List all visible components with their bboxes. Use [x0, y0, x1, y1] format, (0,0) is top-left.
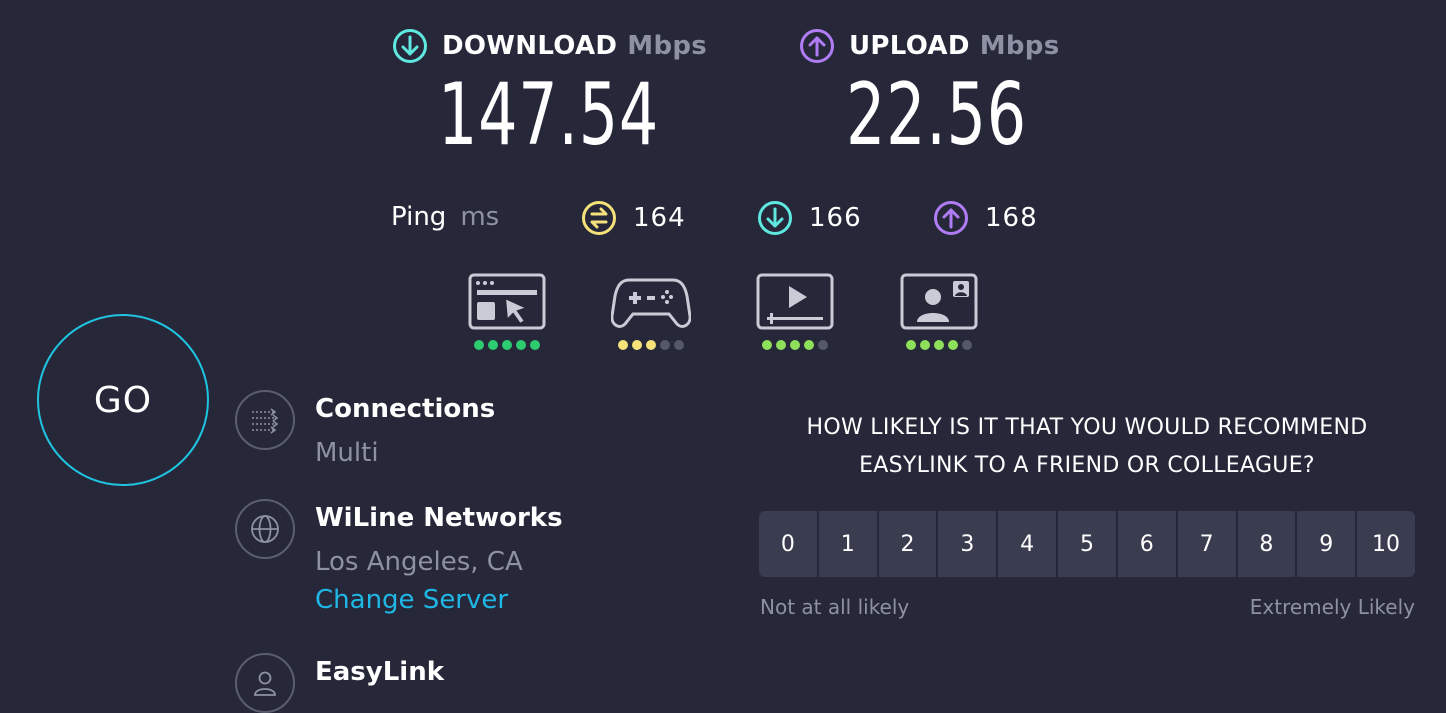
- rating-dot: [948, 340, 958, 350]
- ping-download: 166: [757, 200, 862, 236]
- connections-value: Multi: [315, 438, 379, 468]
- server-name: WiLine Networks: [315, 503, 563, 533]
- ping-title: Ping: [391, 202, 447, 232]
- ping-download-icon: [758, 201, 792, 235]
- scale-option-3[interactable]: 3: [938, 511, 997, 577]
- ping-upload: 168: [933, 200, 1038, 236]
- scale-option-0[interactable]: 0: [759, 511, 817, 577]
- rating-dots: [467, 340, 547, 350]
- scale-option-5[interactable]: 5: [1058, 511, 1116, 577]
- ping-download-value: 166: [809, 203, 862, 233]
- connections-row[interactable]: Connections Multi: [235, 390, 495, 468]
- rating-dot: [934, 340, 944, 350]
- arrow-down-circle-icon: [393, 29, 427, 63]
- rating-dot: [530, 340, 540, 350]
- scale-option-1[interactable]: 1: [818, 511, 877, 577]
- ping-unit: ms: [460, 202, 500, 232]
- scale-option-8[interactable]: 8: [1237, 511, 1296, 577]
- rating-dot: [776, 340, 786, 350]
- recommend-scale: 0 1 2 3 4 5 6 7 8 9 10: [759, 511, 1415, 577]
- connections-title: Connections: [315, 394, 496, 424]
- ping-label: Ping ms: [391, 202, 499, 232]
- ping-idle: 164: [581, 200, 686, 236]
- download-header: DOWNLOAD Mbps: [392, 28, 707, 64]
- rating-dot: [674, 340, 684, 350]
- quality-web-browsing: [467, 272, 547, 350]
- rating-dot: [474, 340, 484, 350]
- user-icon-circle: [235, 653, 295, 713]
- scale-low-label: Not at all likely: [760, 595, 910, 619]
- upload-label: UPLOAD: [849, 31, 970, 61]
- rating-dot: [962, 340, 972, 350]
- survey-question-line2: EASYLINK TO A FRIEND OR COLLEAGUE?: [859, 453, 1315, 478]
- scale-option-6[interactable]: 6: [1117, 511, 1176, 577]
- change-server-link[interactable]: Change Server: [315, 585, 563, 615]
- survey-question-line1: HOW LIKELY IS IT THAT YOU WOULD RECOMMEN…: [806, 415, 1368, 440]
- rating-dot: [762, 340, 772, 350]
- quality-gaming: [611, 272, 691, 350]
- scale-option-4[interactable]: 4: [998, 511, 1057, 577]
- scale-option-9[interactable]: 9: [1297, 511, 1356, 577]
- scale-option-2[interactable]: 2: [878, 511, 937, 577]
- rating-dot: [488, 340, 498, 350]
- rating-dot: [516, 340, 526, 350]
- rating-dots: [611, 340, 691, 350]
- provider-name: EasyLink: [315, 657, 445, 687]
- rating-dot: [920, 340, 930, 350]
- scale-option-10[interactable]: 10: [1357, 511, 1415, 577]
- ping-idle-icon: [582, 201, 616, 235]
- connections-icon-circle[interactable]: [235, 390, 295, 450]
- go-button[interactable]: GO: [37, 314, 209, 486]
- video-streaming-icon: [756, 273, 834, 330]
- rating-dot: [660, 340, 670, 350]
- globe-icon: [251, 515, 279, 543]
- rating-dot: [790, 340, 800, 350]
- video-call-icon: [900, 273, 978, 330]
- connections-icon: [252, 408, 279, 434]
- rating-dots: [755, 340, 835, 350]
- download-value: 147.54: [438, 65, 659, 165]
- user-icon: [254, 671, 276, 696]
- upload-value: 22.56: [846, 65, 1027, 165]
- rating-dot: [502, 340, 512, 350]
- upload-header: UPLOAD Mbps: [799, 28, 1060, 64]
- upload-unit: Mbps: [979, 31, 1060, 61]
- rating-dot: [646, 340, 656, 350]
- server-row: WiLine Networks Los Angeles, CA Change S…: [235, 499, 563, 615]
- quality-streaming: [755, 272, 835, 350]
- scale-high-label: Extremely Likely: [1249, 595, 1415, 619]
- download-label: DOWNLOAD: [442, 31, 618, 61]
- provider-row: EasyLink: [235, 653, 444, 713]
- scale-option-7[interactable]: 7: [1177, 511, 1236, 577]
- gaming-controller-icon: [611, 278, 691, 328]
- quality-video-call: [899, 272, 979, 350]
- globe-icon-circle: [235, 499, 295, 559]
- rating-dot: [906, 340, 916, 350]
- web-browsing-icon: [468, 273, 546, 330]
- ping-upload-icon: [934, 201, 968, 235]
- arrow-up-circle-icon: [800, 29, 834, 63]
- rating-dot: [818, 340, 828, 350]
- rating-dot: [632, 340, 642, 350]
- ping-upload-value: 168: [985, 203, 1038, 233]
- server-location: Los Angeles, CA: [315, 547, 523, 577]
- survey-question: HOW LIKELY IS IT THAT YOU WOULD RECOMMEN…: [760, 409, 1414, 485]
- rating-dots: [899, 340, 979, 350]
- ping-idle-value: 164: [633, 203, 686, 233]
- download-unit: Mbps: [627, 31, 708, 61]
- rating-dot: [804, 340, 814, 350]
- rating-dot: [618, 340, 628, 350]
